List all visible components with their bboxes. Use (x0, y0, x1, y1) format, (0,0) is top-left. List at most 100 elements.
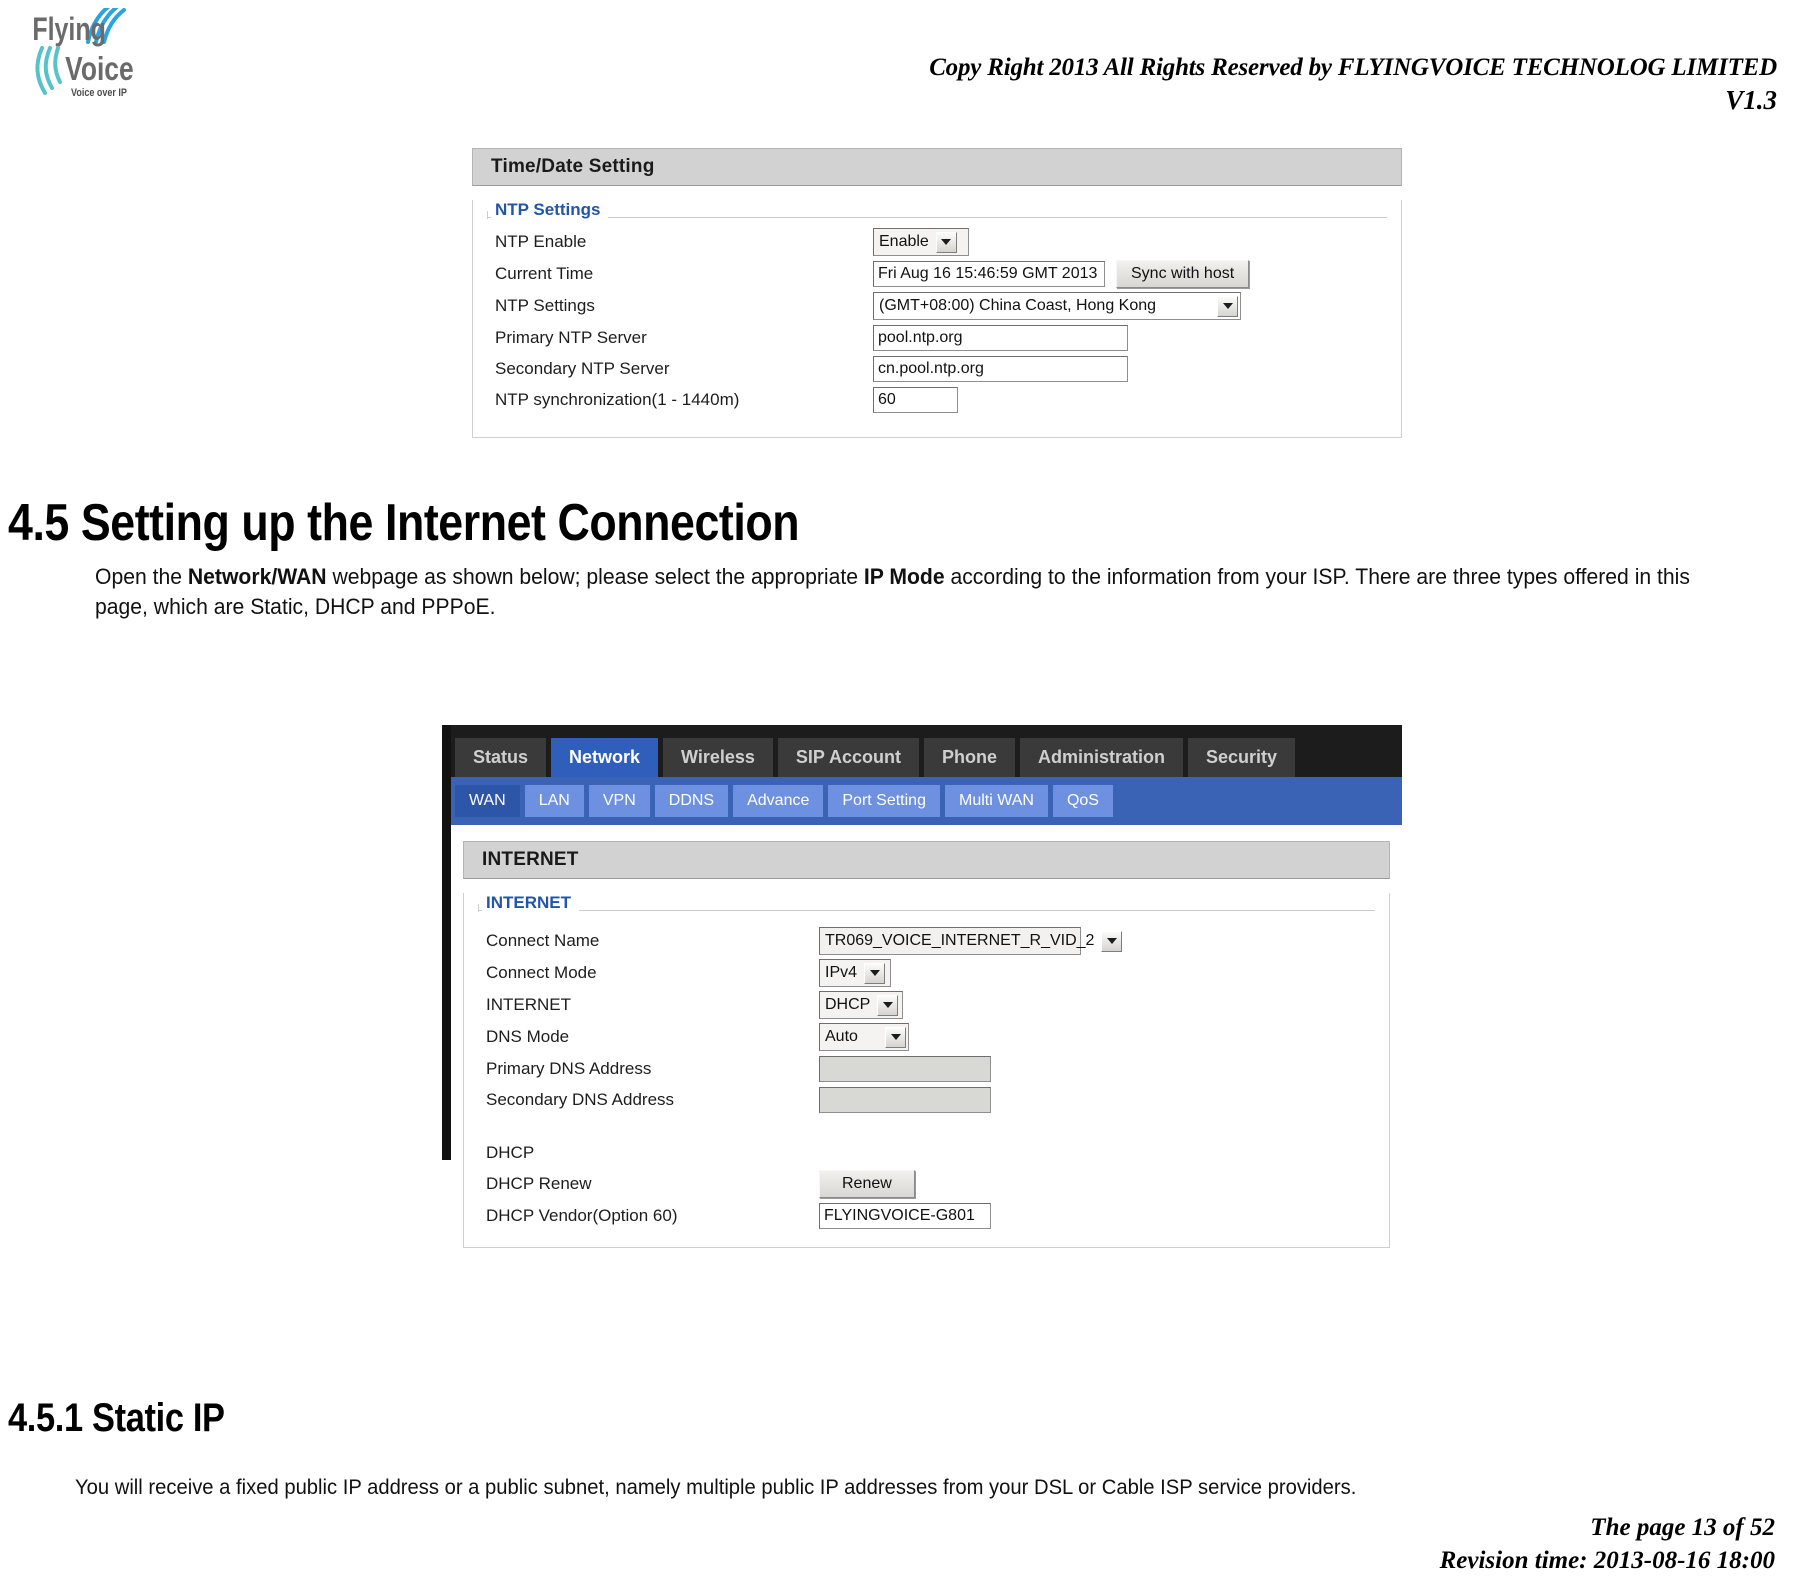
form-row-secondary-ntp: Secondary NTP Server cn.pool.ntp.org (473, 353, 1401, 384)
primary-ntp-input[interactable]: pool.ntp.org (873, 324, 1128, 351)
form-row-dns-mode: DNS Mode Auto (464, 1021, 1389, 1053)
ntp-panel-title: Time/Date Setting (472, 148, 1402, 186)
chevron-down-icon[interactable] (864, 962, 886, 984)
form-row-ntp-timezone: NTP Settings (GMT+08:00) China Coast, Ho… (473, 290, 1401, 322)
ntp-timezone-select[interactable]: (GMT+08:00) China Coast, Hong Kong (873, 292, 1241, 320)
internet-fieldset: INTERNET Connect Name TR069_VOICE_INTERN… (463, 893, 1390, 1248)
paragraph-bold-network-wan: Network/WAN (187, 564, 327, 589)
label-dns-mode: DNS Mode (486, 1027, 570, 1046)
form-row-connect-name: Connect Name TR069_VOICE_INTERNET_R_VID_… (464, 925, 1389, 957)
label-internet-mode: INTERNET (486, 995, 571, 1014)
ntp-enable-select[interactable]: Enable (873, 228, 969, 256)
label-dhcp-section: DHCP (486, 1142, 535, 1162)
connect-name-select[interactable]: TR069_VOICE_INTERNET_R_VID_2 (819, 927, 1123, 955)
ntp-enable-value: Enable (879, 233, 929, 250)
flyingvoice-logo: Flying Voice Voice over IP (30, 8, 170, 100)
copyright-text: Copy Right 2013 All Rights Reserved by F… (929, 54, 1777, 81)
sub-tab-lan[interactable]: LAN (524, 785, 584, 817)
form-row-internet-mode: INTERNET DHCP (464, 989, 1389, 1021)
label-connect-name: Connect Name (486, 931, 600, 950)
label-ntp-sync: NTP synchronization(1 - 1440m) (495, 389, 740, 409)
label-secondary-ntp: Secondary NTP Server (495, 358, 670, 378)
secondary-ntp-input[interactable]: cn.pool.ntp.org (873, 355, 1128, 382)
chevron-down-icon[interactable] (935, 231, 957, 253)
dhcp-renew-button[interactable]: Renew (819, 1170, 915, 1198)
sub-tab-port-setting[interactable]: Port Setting (828, 785, 940, 817)
nav-tab-network[interactable]: Network (551, 738, 659, 777)
label-primary-dns: Primary DNS Address (486, 1058, 652, 1078)
sub-tab-qos[interactable]: QoS (1052, 785, 1113, 817)
label-dhcp-vendor: DHCP Vendor(Option 60) (486, 1205, 678, 1225)
label-ntp-timezone: NTP Settings (495, 296, 595, 315)
connect-name-value: TR069_VOICE_INTERNET_R_VID_2 (825, 932, 1095, 949)
dhcp-vendor-input[interactable]: FLYINGVOICE-G801 (819, 1202, 991, 1229)
chevron-down-icon[interactable] (1217, 295, 1238, 317)
sub-tab-multi-wan[interactable]: Multi WAN (944, 785, 1048, 817)
svg-text:Voice over IP: Voice over IP (71, 87, 127, 99)
footer-page-number: The page 13 of 52 (1590, 1513, 1775, 1541)
ntp-fieldset: NTP Settings NTP Enable Enable Current T… (472, 200, 1402, 438)
label-primary-ntp: Primary NTP Server (495, 327, 647, 347)
sub-tab-wan[interactable]: WAN (455, 785, 520, 817)
footer-revision-time: Revision time: 2013-08-16 18:00 (1439, 1547, 1775, 1575)
secondary-dns-input[interactable] (819, 1086, 991, 1113)
page-footer: The page 13 of 52 Revision time: 2013-08… (1440, 1511, 1775, 1579)
label-connect-mode: Connect Mode (486, 963, 597, 982)
internet-mode-value: DHCP (825, 996, 871, 1013)
sync-with-host-button[interactable]: Sync with host (1116, 260, 1250, 288)
router-webui-screenshot: Status Network Wireless SIP Account Phon… (442, 725, 1402, 1248)
nav-tab-security[interactable]: Security (1187, 738, 1296, 777)
main-navigation-bar: Status Network Wireless SIP Account Phon… (451, 725, 1402, 777)
sub-tab-ddns[interactable]: DDNS (654, 785, 729, 817)
connect-mode-value: IPv4 (825, 964, 858, 981)
form-row-ntp-enable: NTP Enable Enable (473, 226, 1401, 258)
page-header: Flying Voice Voice over IP Copy Right 20… (0, 0, 1795, 130)
form-row-ntp-sync: NTP synchronization(1 - 1440m) 60 (473, 384, 1401, 415)
connect-mode-select[interactable]: IPv4 (819, 959, 891, 987)
label-dhcp-renew: DHCP Renew (486, 1174, 592, 1193)
version-text: V1.3 (1725, 85, 1777, 115)
ntp-legend-label: NTP Settings (491, 200, 609, 220)
section-heading-45: 4.5 Setting up the Internet Connection (8, 494, 800, 552)
chevron-down-icon[interactable] (1101, 930, 1123, 952)
ntp-legend: NTP Settings (487, 200, 1387, 226)
nav-tab-phone[interactable]: Phone (923, 738, 1015, 777)
form-row-dhcp-vendor: DHCP Vendor(Option 60) FLYINGVOICE-G801 (464, 1200, 1389, 1231)
paragraph-text-1: Open the (95, 564, 188, 589)
current-time-input[interactable]: Fri Aug 16 15:46:59 GMT 2013 (873, 261, 1105, 287)
sub-navigation-bar: WAN LAN VPN DDNS Advance Port Setting Mu… (451, 777, 1402, 825)
svg-text:Voice: Voice (65, 51, 133, 87)
section-45-paragraph: Open the Network/WAN webpage as shown be… (95, 562, 1740, 622)
paragraph-bold-ip-mode: IP Mode (863, 564, 945, 589)
nav-tab-sip-account[interactable]: SIP Account (777, 738, 919, 777)
nav-tab-status[interactable]: Status (455, 738, 547, 777)
internet-mode-select[interactable]: DHCP (819, 991, 903, 1019)
paragraph-text-2: webpage as shown below; please select th… (326, 564, 864, 589)
form-row-dhcp-heading: DHCP (464, 1137, 1389, 1168)
form-row-connect-mode: Connect Mode IPv4 (464, 957, 1389, 989)
form-row-current-time: Current Time Fri Aug 16 15:46:59 GMT 201… (473, 258, 1401, 290)
sub-tab-vpn[interactable]: VPN (588, 785, 650, 817)
chevron-down-icon[interactable] (885, 1026, 906, 1048)
form-row-dhcp-renew: DHCP Renew Renew (464, 1168, 1389, 1200)
internet-panel-title: INTERNET (463, 841, 1390, 879)
primary-dns-input[interactable] (819, 1055, 991, 1082)
label-secondary-dns: Secondary DNS Address (486, 1089, 675, 1109)
ntp-sync-input[interactable]: 60 (873, 386, 958, 413)
dns-mode-value: Auto (825, 1028, 858, 1045)
form-row-primary-ntp: Primary NTP Server pool.ntp.org (473, 322, 1401, 353)
form-row-secondary-dns: Secondary DNS Address (464, 1084, 1389, 1115)
form-row-primary-dns: Primary DNS Address (464, 1053, 1389, 1084)
internet-legend: INTERNET (478, 893, 1375, 919)
sub-tab-advance[interactable]: Advance (733, 785, 824, 817)
label-current-time: Current Time (495, 264, 594, 283)
internet-legend-label: INTERNET (482, 893, 579, 913)
chevron-down-icon[interactable] (877, 994, 899, 1016)
ntp-timezone-value: (GMT+08:00) China Coast, Hong Kong (879, 297, 1157, 314)
dns-mode-select[interactable]: Auto (819, 1023, 909, 1051)
section-heading-451: 4.5.1 Static IP (8, 1396, 225, 1440)
nav-tab-administration[interactable]: Administration (1019, 738, 1183, 777)
nav-tab-wireless[interactable]: Wireless (663, 738, 773, 777)
label-ntp-enable: NTP Enable (495, 232, 587, 251)
svg-text:Flying: Flying (32, 12, 105, 48)
